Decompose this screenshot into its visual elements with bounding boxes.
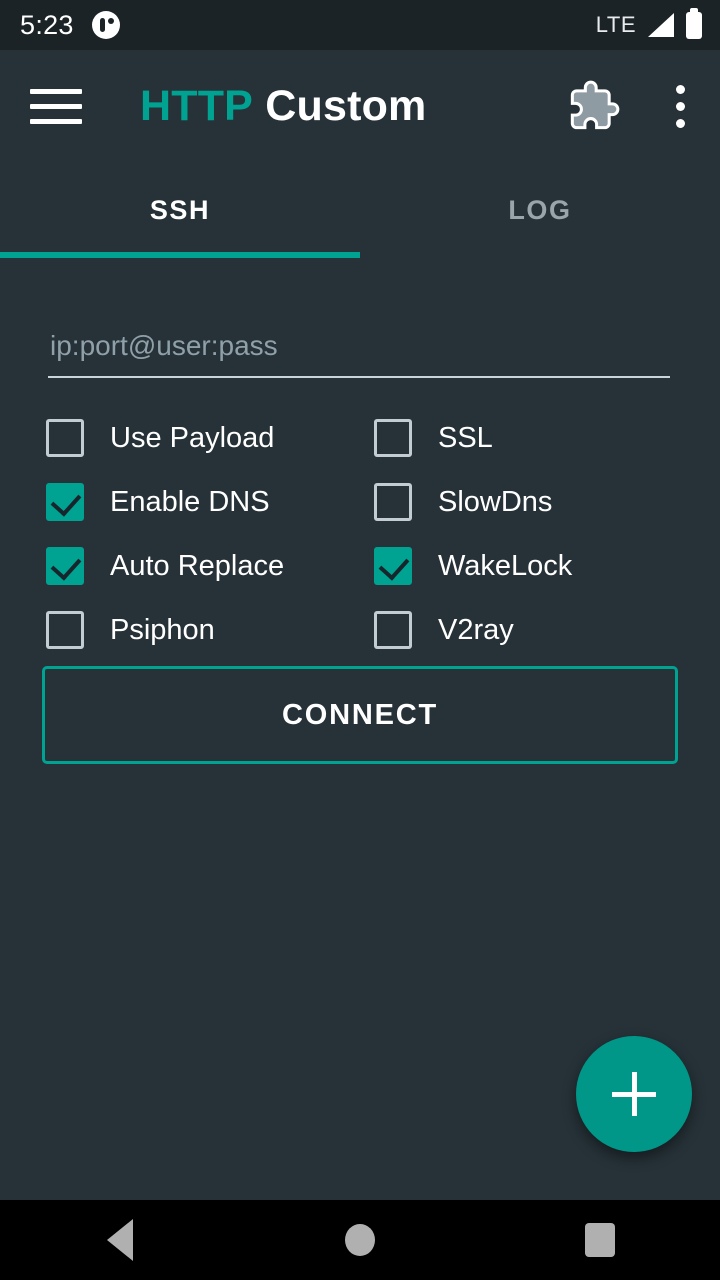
option-label: Enable DNS	[110, 485, 270, 518]
option-label: Use Payload	[110, 421, 275, 454]
app-notification-icon	[91, 11, 120, 39]
option-auto-replace[interactable]: Auto Replace	[46, 534, 374, 598]
checkbox-ssl[interactable]	[374, 419, 412, 457]
option-psiphon[interactable]: Psiphon	[46, 598, 374, 662]
checkbox-auto-replace[interactable]	[46, 547, 84, 585]
signal-bars-icon	[648, 13, 674, 37]
option-label: Psiphon	[110, 613, 215, 646]
hamburger-menu-icon[interactable]	[30, 86, 82, 126]
option-slowdns[interactable]: SlowDns	[374, 470, 686, 534]
option-label: WakeLock	[438, 549, 573, 582]
checkbox-wakelock[interactable]	[374, 547, 412, 585]
page-title: HTTP Custom	[140, 82, 427, 131]
option-use-payload[interactable]: Use Payload	[46, 406, 374, 470]
option-label: V2ray	[438, 613, 514, 646]
checkbox-enable-dns[interactable]	[46, 483, 84, 521]
option-label: SSL	[438, 421, 493, 454]
status-bar-left: 5:23	[20, 10, 120, 41]
options-grid: Use Payload SSL Enable DNS SlowDns Auto …	[46, 406, 686, 662]
app-bar-actions	[568, 80, 698, 132]
checkbox-v2ray[interactable]	[374, 611, 412, 649]
app-screen: 5:23 LTE HTTP Custom SSH LOG ip:port@use…	[0, 0, 720, 1280]
host-field-group	[48, 320, 670, 378]
status-clock: 5:23	[20, 9, 74, 40]
app-bar: HTTP Custom	[0, 50, 720, 162]
status-bar: 5:23 LTE	[0, 0, 720, 50]
nav-back-button[interactable]	[60, 1200, 180, 1280]
home-icon	[345, 1224, 375, 1256]
tab-ssh[interactable]: SSH	[0, 162, 360, 258]
battery-full-icon	[686, 7, 702, 39]
nav-home-button[interactable]	[300, 1200, 420, 1280]
overflow-menu-icon[interactable]	[662, 80, 698, 132]
nav-recents-button[interactable]	[540, 1200, 660, 1280]
system-navigation-bar	[0, 1200, 720, 1280]
status-bar-right: LTE	[595, 7, 702, 39]
host-input[interactable]	[48, 320, 670, 372]
option-v2ray[interactable]: V2ray	[374, 598, 686, 662]
option-wakelock[interactable]: WakeLock	[374, 534, 686, 598]
network-type-label: LTE	[595, 12, 636, 37]
app-title-secondary: Custom	[265, 81, 427, 130]
tab-bar: SSH LOG	[0, 162, 720, 258]
option-label: SlowDns	[438, 485, 553, 518]
host-input-underline	[48, 376, 670, 378]
back-icon	[107, 1219, 133, 1261]
tab-log[interactable]: LOG	[360, 162, 720, 258]
plus-icon-vertical	[631, 1072, 637, 1116]
checkbox-use-payload[interactable]	[46, 419, 84, 457]
checkbox-slowdns[interactable]	[374, 483, 412, 521]
recents-icon	[585, 1223, 615, 1257]
checkbox-psiphon[interactable]	[46, 611, 84, 649]
connect-button[interactable]: CONNECT	[42, 666, 678, 764]
option-enable-dns[interactable]: Enable DNS	[46, 470, 374, 534]
puzzle-piece-icon[interactable]	[568, 80, 620, 132]
option-ssl[interactable]: SSL	[374, 406, 686, 470]
app-title-primary: HTTP	[140, 81, 254, 130]
option-label: Auto Replace	[110, 549, 285, 582]
add-config-fab[interactable]	[576, 1036, 692, 1152]
